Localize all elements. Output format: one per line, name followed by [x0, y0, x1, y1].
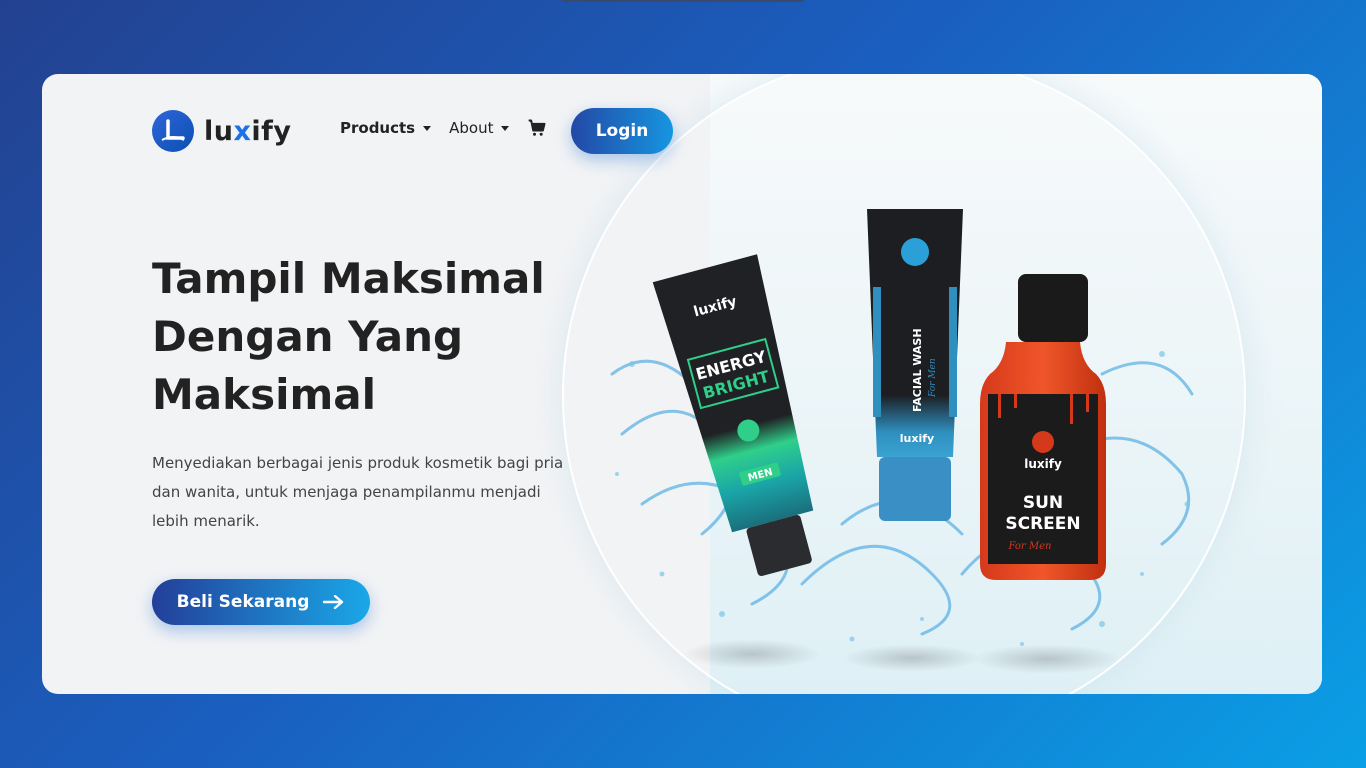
svg-text:For Men: For Men	[1008, 541, 1052, 552]
arrow-right-icon	[323, 595, 344, 609]
sun-screen-bottle-image: luxify SUN SCREEN For Men	[980, 274, 1106, 580]
nav-about-label: About	[449, 119, 494, 137]
nav-products[interactable]: Products	[340, 119, 432, 137]
svg-text:luxify: luxify	[1024, 457, 1062, 471]
hero-card: luxify Products About Login Tampil Maksi…	[42, 74, 1322, 694]
svg-text:luxify: luxify	[900, 432, 934, 445]
main-nav: Products About	[340, 118, 547, 138]
cart-icon[interactable]	[527, 118, 547, 138]
svg-text:SUN: SUN	[1023, 493, 1063, 513]
nav-products-label: Products	[340, 119, 416, 137]
svg-text:SCREEN: SCREEN	[1005, 514, 1080, 534]
logo-text: luxify	[204, 115, 292, 147]
hero-headline: Tampil Maksimal Dengan Yang Maksimal	[152, 254, 545, 419]
nav-about[interactable]: About	[449, 119, 510, 137]
login-button[interactable]: Login	[571, 108, 673, 154]
chevron-down-icon	[423, 125, 432, 131]
top-edge-bar	[562, 0, 804, 2]
product-shadow	[972, 644, 1122, 674]
buy-now-label: Beli Sekarang	[176, 592, 310, 612]
product-shadow	[682, 639, 822, 669]
logo-mark-icon	[152, 110, 194, 152]
product-shadow	[842, 644, 982, 672]
buy-now-button[interactable]: Beli Sekarang	[152, 579, 370, 625]
hero-description: Menyediakan berbagai jenis produk kosmet…	[152, 454, 564, 530]
svg-text:FACIAL WASH: FACIAL WASH	[911, 328, 924, 412]
facial-wash-tube-image: FACIAL WASH For Men luxify	[867, 209, 963, 521]
svg-text:For Men: For Men	[928, 358, 938, 398]
brand-logo[interactable]: luxify	[152, 110, 292, 152]
chevron-down-icon	[501, 125, 510, 131]
